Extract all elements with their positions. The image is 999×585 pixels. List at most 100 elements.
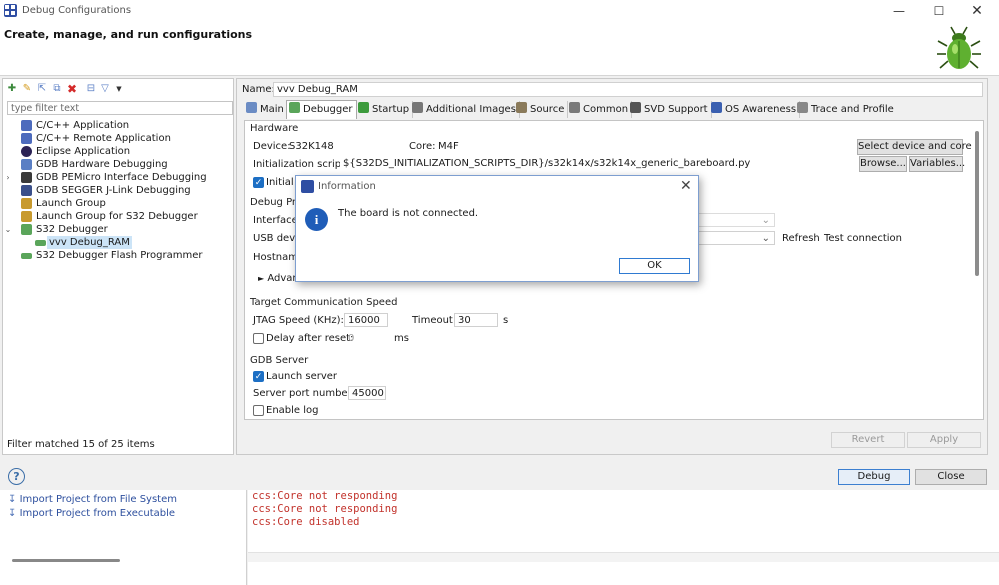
select-device-button[interactable]: Select device and core: [857, 139, 972, 155]
delay-after-reset-checkbox[interactable]: [253, 333, 264, 344]
maximize-icon[interactable]: ☐: [931, 3, 947, 19]
tree-item-launch-group[interactable]: Launch Group: [3, 197, 233, 210]
tree-item-eclipse-application[interactable]: Eclipse Application: [3, 145, 233, 158]
apply-button[interactable]: Apply: [907, 432, 981, 448]
new-prototype-icon[interactable]: ✎: [21, 83, 33, 95]
refresh-button[interactable]: Refresh: [782, 233, 820, 244]
project-explorer-background: ↧ Import Project from File System ↧ Impo…: [0, 490, 247, 585]
dialog-title: Information: [318, 181, 376, 192]
tab-common[interactable]: Common: [567, 101, 633, 118]
initial-checkbox[interactable]: ✓: [253, 177, 264, 188]
variables-button[interactable]: Variables...: [909, 156, 965, 172]
dialog-message: The board is not connected.: [338, 208, 479, 219]
hardware-group-title: Hardware: [250, 123, 299, 134]
import-file-system-link[interactable]: ↧ Import Project from File System: [8, 494, 177, 505]
browse-button[interactable]: Browse...: [859, 156, 907, 172]
tab-trace-profile[interactable]: Trace and Profile: [795, 101, 897, 118]
info-icon: i: [305, 208, 328, 231]
core-label: Core:: [409, 141, 436, 152]
server-port-field[interactable]: 45000: [348, 386, 386, 400]
duplicate-icon[interactable]: ⧉: [51, 83, 63, 95]
tree-item-gdb-segger[interactable]: GDB SEGGER J-Link Debugging: [3, 184, 233, 197]
delete-icon[interactable]: ✖: [66, 83, 78, 95]
console-scrollbar[interactable]: [248, 552, 999, 562]
dialog-footer: ? Debug Close: [0, 456, 999, 490]
revert-button[interactable]: Revert: [831, 432, 905, 448]
view-menu-icon[interactable]: ▼: [113, 83, 125, 95]
dialog-close-icon[interactable]: ✕: [680, 178, 692, 194]
c-remote-icon: [21, 133, 32, 144]
dialog-app-icon: [301, 180, 314, 193]
device-label: Device:: [253, 141, 291, 152]
expand-icon[interactable]: ›: [3, 171, 13, 184]
delay-label: Delay after reset:: [266, 333, 354, 344]
test-connection-button[interactable]: Test connection: [824, 233, 902, 244]
filter-status: Filter matched 15 of 25 items: [7, 439, 155, 450]
horizontal-scrollbar[interactable]: [12, 559, 120, 562]
startup-tab-icon: [358, 102, 369, 113]
console-background: ccs:Core not responding ccs:Core not res…: [248, 490, 999, 585]
delay-unit: ms: [394, 333, 409, 344]
tab-additional-images[interactable]: Additional Images: [410, 101, 520, 118]
launch-server-label: Launch server: [266, 371, 338, 382]
timeout-field[interactable]: 30: [454, 313, 498, 327]
export-icon[interactable]: ⇱: [36, 83, 48, 95]
tcs-group-title: Target Communication Speed: [250, 297, 398, 308]
init-script-field[interactable]: ${S32DS_INITIALIZATION_SCRIPTS_DIR}/s32k…: [340, 157, 855, 171]
console-line: ccs:Core disabled: [252, 516, 360, 528]
minimize-icon[interactable]: —: [891, 3, 907, 19]
close-button[interactable]: Close: [915, 469, 987, 485]
name-field[interactable]: vvv Debug_RAM: [273, 82, 983, 97]
interface-label: Interface:: [253, 215, 302, 226]
init-script-label: Initialization script:: [253, 159, 349, 170]
tree-item-flash-programmer[interactable]: S32 Debugger Flash Programmer: [3, 249, 233, 262]
config-icon: [35, 240, 46, 246]
tab-os-awareness[interactable]: OS Awareness: [709, 101, 801, 118]
enable-log-checkbox[interactable]: [253, 405, 264, 416]
source-tab-icon: [516, 102, 527, 113]
tree-item-gdb-hardware[interactable]: GDB Hardware Debugging: [3, 158, 233, 171]
launch-server-checkbox[interactable]: ✓: [253, 371, 264, 382]
tree-item-launch-group-s32[interactable]: Launch Group for S32 Debugger: [3, 210, 233, 223]
ok-button[interactable]: OK: [619, 258, 690, 274]
filter-icon[interactable]: ▽: [99, 83, 111, 95]
tree-item-c-application[interactable]: C/C++ Application: [3, 119, 233, 132]
new-config-icon[interactable]: ✚: [6, 83, 18, 95]
config-tree: C/C++ Application C/C++ Remote Applicati…: [3, 119, 233, 299]
jtag-speed-field[interactable]: 16000: [344, 313, 388, 327]
close-icon[interactable]: ✕: [969, 3, 985, 19]
tree-item-s32-debugger[interactable]: ⌄ S32 Debugger: [3, 223, 233, 236]
os-tab-icon: [711, 102, 722, 113]
collapse-icon[interactable]: ⌄: [3, 223, 13, 236]
interface-select[interactable]: ⌄: [695, 213, 775, 227]
timeout-label: Timeout:: [412, 315, 457, 326]
tree-item-c-remote-application[interactable]: C/C++ Remote Application: [3, 132, 233, 145]
segger-icon: [21, 185, 32, 196]
images-tab-icon: [412, 102, 423, 113]
debug-button[interactable]: Debug: [838, 469, 910, 485]
bug-icon: [937, 26, 981, 69]
filter-input[interactable]: [7, 101, 233, 115]
import-executable-link[interactable]: ↧ Import Project from Executable: [8, 508, 175, 519]
collapse-all-icon[interactable]: ⊟: [85, 83, 97, 95]
help-icon[interactable]: ?: [8, 468, 25, 485]
tree-item-gdb-pemicro[interactable]: › GDB PEMicro Interface Debugging: [3, 171, 233, 184]
common-tab-icon: [569, 102, 580, 113]
tab-strip: Main Debugger Startup Additional Images …: [244, 100, 984, 120]
usb-device-select[interactable]: ⌄: [695, 231, 775, 245]
gdb-hw-icon: [21, 159, 32, 170]
main-tab-icon: [246, 102, 257, 113]
tab-source[interactable]: Source: [514, 101, 569, 118]
console-line: ccs:Core not responding: [252, 490, 398, 502]
name-label: Name:: [242, 84, 275, 95]
tab-svd-support[interactable]: SVD Support: [628, 101, 712, 118]
console-line: ccs:Core not responding: [252, 503, 398, 515]
advanced-expander[interactable]: ► Advan: [258, 273, 299, 284]
tree-item-vvv-debug-ram[interactable]: vvv Debug_RAM: [3, 236, 233, 249]
dialog-header: Create, manage, and run configurations: [0, 22, 999, 76]
vertical-scrollbar[interactable]: [975, 131, 979, 276]
tab-debugger[interactable]: Debugger: [286, 100, 357, 119]
tab-startup[interactable]: Startup: [356, 101, 414, 118]
tab-main[interactable]: Main: [244, 101, 288, 118]
delay-field[interactable]: 0: [348, 333, 354, 344]
